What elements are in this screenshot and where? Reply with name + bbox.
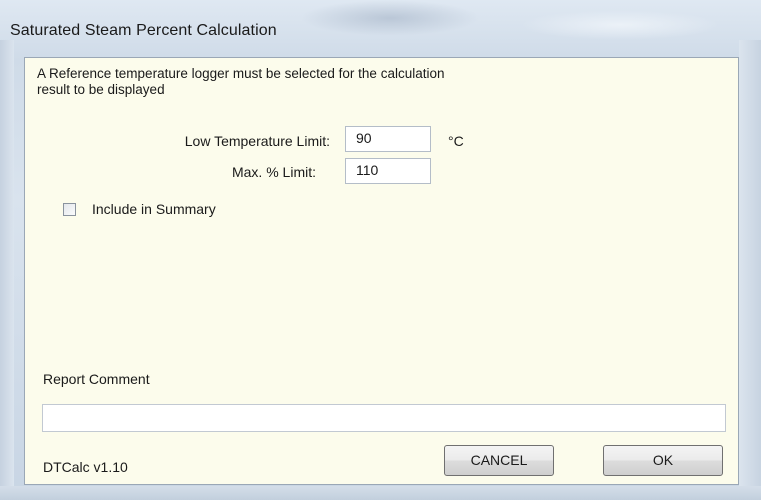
- frame-edge-right: [739, 40, 761, 500]
- frame-backdrop: [300, 0, 480, 36]
- frame-edge-left: [0, 40, 14, 500]
- frame-edge-bottom: [0, 486, 761, 500]
- low-temperature-limit-input[interactable]: 90: [345, 126, 431, 152]
- cancel-button[interactable]: CANCEL: [444, 445, 554, 476]
- report-comment-label: Report Comment: [43, 371, 150, 387]
- max-percent-limit-input[interactable]: 110: [345, 158, 431, 184]
- version-label: DTCalc v1.10: [43, 459, 128, 475]
- dialog-body: A Reference temperature logger must be s…: [24, 57, 739, 485]
- frame-backdrop: [520, 10, 720, 40]
- include-in-summary-label[interactable]: Include in Summary: [92, 201, 216, 217]
- window-title: Saturated Steam Percent Calculation: [10, 22, 277, 39]
- report-comment-input[interactable]: [42, 404, 726, 432]
- max-percent-limit-label: Max. % Limit:: [231, 164, 316, 180]
- include-in-summary-checkbox[interactable]: [63, 203, 76, 216]
- ok-button[interactable]: OK: [603, 445, 723, 476]
- low-temperature-limit-label: Low Temperature Limit:: [184, 133, 330, 149]
- info-message: A Reference temperature logger must be s…: [37, 66, 445, 97]
- temperature-unit-label: °C: [448, 133, 464, 149]
